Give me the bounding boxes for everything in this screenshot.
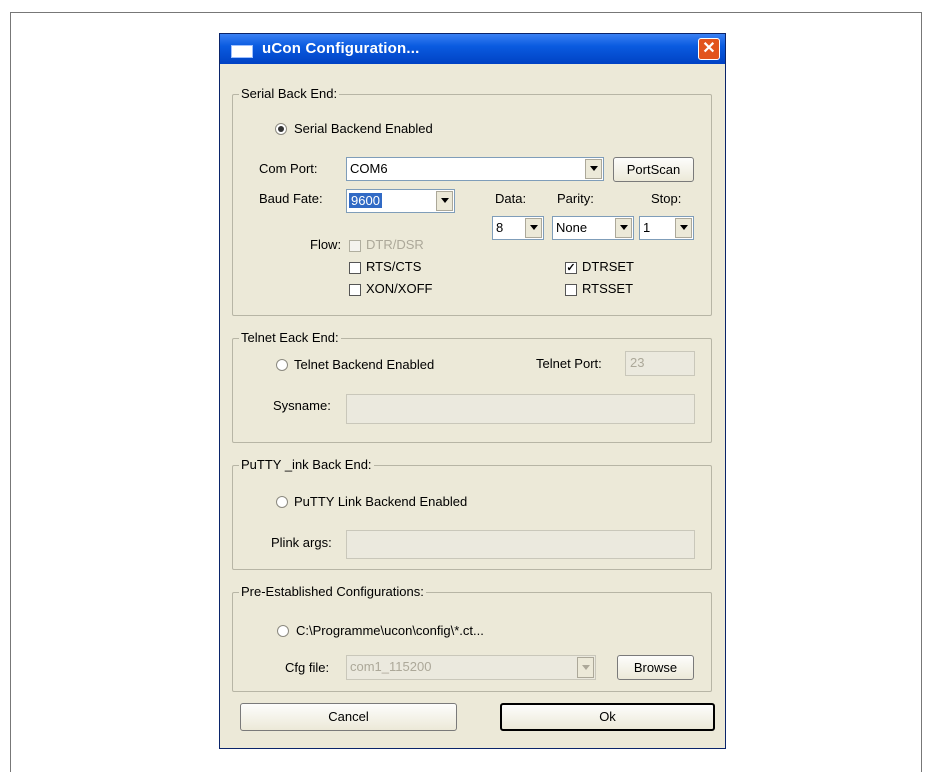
serial-legend: Serial Back End: (239, 86, 340, 101)
xon-xoff-checkbox[interactable] (349, 284, 361, 296)
cfg-file-select[interactable]: com1_115200 (346, 655, 596, 680)
putty-enabled-label: PuTTY Link Backend Enabled (294, 494, 468, 509)
chevron-down-icon[interactable] (577, 657, 594, 678)
data-value: 8 (496, 220, 504, 235)
ok-button[interactable]: Ok (500, 703, 715, 731)
plink-input[interactable] (346, 530, 695, 559)
rtsset-label: RTSSET (582, 281, 634, 296)
parity-label: Parity: (557, 191, 594, 206)
stop-select[interactable]: 1 (639, 216, 694, 240)
preset-radio[interactable] (277, 625, 289, 637)
preset-group: Pre-Established Configurations: C:\Progr… (232, 584, 712, 692)
preset-legend: Pre-Established Configurations: (239, 584, 426, 599)
dtrset-checkbox[interactable]: ✓ (565, 262, 577, 274)
cfg-file-value: com1_115200 (350, 659, 432, 674)
cancel-button[interactable]: Cancel (240, 703, 457, 731)
telnet-enabled-label: Telnet Backend Enabled (294, 357, 435, 372)
telnet-group: Telnet Eack End: Telnet Backend Enabled … (232, 330, 712, 443)
rtsset-checkbox[interactable] (565, 284, 577, 296)
telnet-enabled-radio[interactable] (276, 359, 288, 371)
dtrset-label: DTRSET (582, 259, 634, 274)
window-title: uCon Configuration... (262, 40, 420, 57)
putty-enabled-radio[interactable] (276, 496, 288, 508)
window-icon (231, 45, 253, 58)
chevron-down-icon[interactable] (525, 218, 542, 238)
serial-enabled-radio[interactable] (275, 123, 287, 135)
com-port-value: COM6 (350, 161, 388, 176)
telnet-port-label: Telnet Port: (536, 356, 602, 371)
title-bar[interactable]: uCon Configuration... ✕ (220, 34, 725, 64)
com-port-select[interactable]: COM6 (346, 157, 604, 181)
telnet-port-input[interactable]: 23 (625, 351, 695, 376)
sysname-label: Sysname: (273, 398, 331, 413)
browse-button[interactable]: Browse (617, 655, 694, 680)
data-label: Data: (495, 191, 527, 206)
stop-label: Stop: (651, 191, 682, 206)
baud-select[interactable]: 9600 (346, 189, 455, 213)
portscan-button[interactable]: PortScan (613, 157, 694, 182)
parity-value: None (556, 220, 588, 235)
plink-label: Plink args: (271, 535, 332, 550)
serial-enabled-label: Serial Backend Enabled (294, 121, 433, 136)
rts-cts-label: RTS/CTS (366, 259, 422, 274)
preset-path-label: C:\Programme\ucon\config\*.ct... (296, 623, 484, 638)
telnet-legend: Telnet Eack End: (239, 330, 341, 345)
baud-value: 9600 (349, 193, 382, 208)
putty-group: PuTTY _ink Back End: PuTTY Link Backend … (232, 457, 712, 570)
baud-label: Baud Fate: (259, 191, 323, 206)
parity-select[interactable]: None (552, 216, 634, 240)
stop-value: 1 (643, 220, 651, 235)
data-select[interactable]: 8 (492, 216, 544, 240)
config-dialog: uCon Configuration... ✕ Serial Back End:… (219, 33, 726, 749)
rts-cts-checkbox[interactable] (349, 262, 361, 274)
serial-group: Serial Back End: Serial Backend Enabled … (232, 86, 712, 316)
chevron-down-icon[interactable] (585, 159, 602, 179)
chevron-down-icon[interactable] (436, 191, 453, 211)
sysname-input[interactable] (346, 394, 695, 424)
dtr-dsr-label: DTR/DSR (366, 237, 424, 252)
chevron-down-icon[interactable] (675, 218, 692, 238)
close-icon[interactable]: ✕ (698, 38, 720, 60)
cfg-file-label: Cfg file: (285, 660, 330, 675)
chevron-down-icon[interactable] (615, 218, 632, 238)
xon-xoff-label: XON/XOFF (366, 281, 433, 296)
dtr-dsr-checkbox (349, 240, 361, 252)
com-port-label: Com Port: (259, 161, 318, 176)
flow-label: Flow: (310, 237, 342, 252)
putty-legend: PuTTY _ink Back End: (239, 457, 374, 472)
